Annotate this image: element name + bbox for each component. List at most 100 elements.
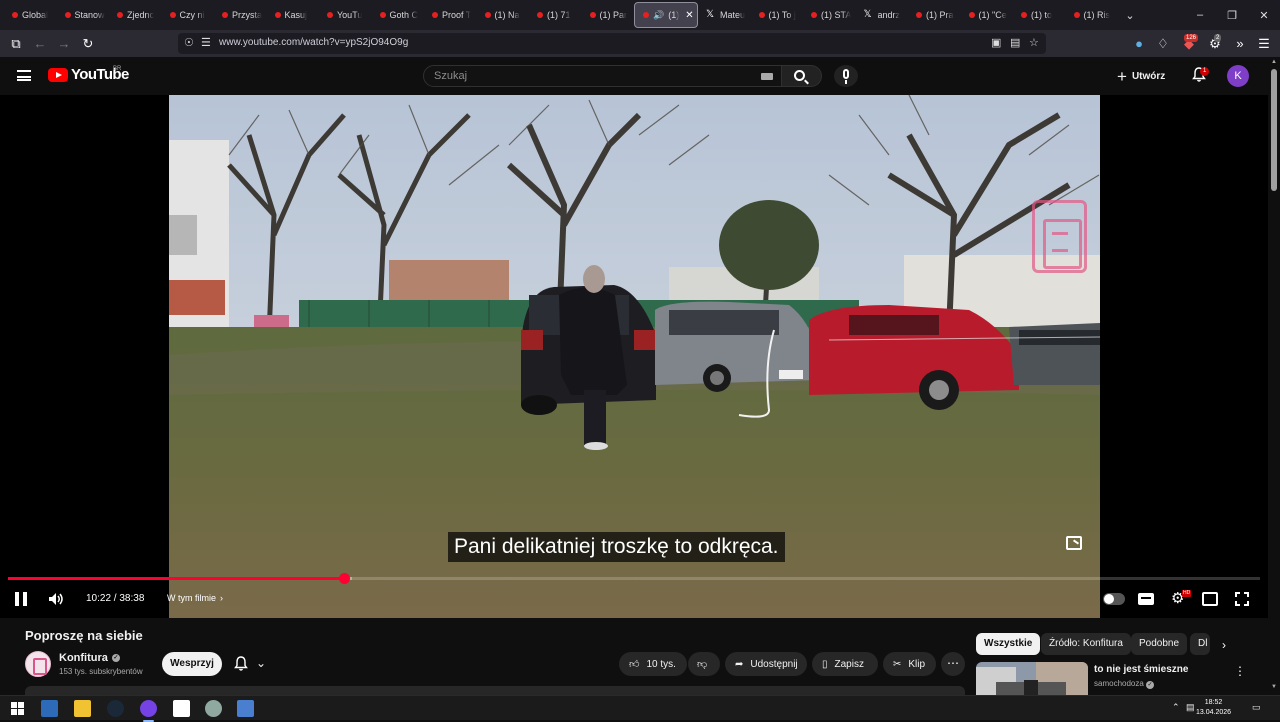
- theater-mode-icon[interactable]: [1202, 592, 1218, 606]
- dislike-button[interactable]: 👎︎: [688, 652, 720, 676]
- page-permissions-icon[interactable]: ☰: [201, 36, 211, 49]
- close-tab-icon[interactable]: ✕: [685, 10, 693, 21]
- windows-start-icon[interactable]: [9, 700, 26, 717]
- channel-avatar[interactable]: [25, 651, 51, 677]
- extensions-puzzle-icon[interactable]: ♢: [1154, 35, 1172, 53]
- browser-tab[interactable]: (1) Ris: [1066, 2, 1119, 28]
- pause-button-icon[interactable]: [15, 592, 27, 606]
- app-menu-icon[interactable]: ☰: [1255, 35, 1273, 53]
- youtube-favicon-icon: [968, 12, 975, 18]
- shield-icon[interactable]: ☉: [184, 36, 194, 49]
- channel-name-link[interactable]: Konfitura ✓: [59, 652, 120, 664]
- browser-tab[interactable]: (1) to: [1013, 2, 1066, 28]
- description-box[interactable]: [25, 686, 965, 695]
- more-actions-button[interactable]: ⋯: [941, 652, 965, 676]
- taskview-icon[interactable]: [41, 700, 58, 717]
- browser-tab[interactable]: Stanow: [57, 2, 110, 28]
- search-box[interactable]: [423, 65, 782, 87]
- voice-search-button[interactable]: [834, 65, 858, 87]
- chip-all[interactable]: Wszystkie: [976, 633, 1041, 655]
- reader-view-icon[interactable]: ▤: [1010, 36, 1020, 49]
- browser-tab[interactable]: Goth C: [372, 2, 425, 28]
- browser-tab[interactable]: (1) Na: [477, 2, 530, 28]
- back-arrow-icon[interactable]: ←: [31, 35, 49, 53]
- create-button[interactable]: + Utwórz: [1117, 66, 1165, 86]
- recommendation-thumbnail[interactable]: [976, 662, 1088, 695]
- scroll-down-arrow-icon[interactable]: ▼: [1271, 684, 1277, 690]
- steam-icon[interactable]: [107, 700, 124, 717]
- browser-tab[interactable]: (1) 71: [529, 2, 582, 28]
- browser-tab[interactable]: Global: [4, 2, 57, 28]
- volume-icon[interactable]: [48, 592, 64, 606]
- overflow-chevrons-icon[interactable]: »: [1231, 35, 1249, 53]
- browser-tab[interactable]: (1) Par: [582, 2, 635, 28]
- chevron-right-icon[interactable]: ›: [1222, 638, 1226, 652]
- progress-bar[interactable]: [8, 573, 1260, 584]
- notion-icon[interactable]: [173, 700, 190, 717]
- channel-watermark-icon[interactable]: [1032, 200, 1087, 273]
- hamburger-menu-icon[interactable]: [17, 70, 31, 81]
- sidebar-toggle-icon[interactable]: ⧉: [7, 35, 25, 53]
- picture-in-picture-icon[interactable]: ▣: [991, 36, 1001, 49]
- address-bar[interactable]: ☉ ☰ www.youtube.com/watch?v=ypS2jO94O9g …: [178, 33, 1046, 54]
- clip-button[interactable]: ✂ Klip: [883, 652, 936, 676]
- page-scrollbar[interactable]: ▲ ▼: [1268, 57, 1280, 695]
- browser-tab[interactable]: Proof T: [424, 2, 477, 28]
- bookmark-star-icon[interactable]: ☆: [1029, 36, 1039, 49]
- fullscreen-icon[interactable]: [1235, 592, 1249, 606]
- file-explorer-icon[interactable]: [74, 700, 91, 717]
- scroll-up-arrow-icon[interactable]: ▲: [1271, 59, 1277, 65]
- browser-tab[interactable]: YouTu: [319, 2, 372, 28]
- browser-tab[interactable]: 𝕏 Mateu: [698, 2, 751, 28]
- speaker-icon[interactable]: 🔊: [653, 10, 664, 21]
- browser-tab[interactable]: Czy ni: [162, 2, 215, 28]
- notification-preferences-button[interactable]: ⌄: [230, 652, 278, 676]
- url-text[interactable]: www.youtube.com/watch?v=ypS2jO94O9g: [219, 37, 408, 48]
- search-button[interactable]: [782, 65, 822, 87]
- firefox-icon[interactable]: [140, 700, 157, 722]
- autoplay-toggle[interactable]: [1103, 593, 1125, 605]
- calculator-icon[interactable]: [237, 700, 254, 717]
- scroll-thumb[interactable]: [1271, 69, 1277, 191]
- browser-tab[interactable]: (1) Pra: [908, 2, 961, 28]
- browser-tab-active[interactable]: 🔊 (1) ✕: [634, 2, 698, 28]
- like-button[interactable]: 👍︎ 10 tys.: [619, 652, 687, 676]
- country-code: BR: [113, 66, 122, 72]
- forward-arrow-icon[interactable]: →: [55, 35, 73, 53]
- keyboard-icon[interactable]: [761, 73, 773, 80]
- kebab-menu-icon[interactable]: ⋮: [1234, 664, 1246, 678]
- search-input[interactable]: [434, 70, 734, 82]
- notifications-center-icon[interactable]: ▭: [1252, 702, 1261, 713]
- tray-chevron-up-icon[interactable]: ⌃: [1172, 702, 1180, 713]
- chip-partial[interactable]: Dl: [1190, 633, 1210, 655]
- recommendation-title[interactable]: to nie jest śmieszne: [1094, 664, 1188, 675]
- network-icon[interactable]: ▤: [1186, 702, 1195, 713]
- share-button[interactable]: ➦ Udostępnij: [725, 652, 807, 676]
- chip-related[interactable]: Podobne: [1131, 633, 1188, 655]
- browser-tab[interactable]: (1) To j: [751, 2, 804, 28]
- close-window-icon[interactable]: ✕: [1248, 9, 1280, 22]
- minimize-icon[interactable]: –: [1184, 9, 1216, 21]
- miniplayer-icon[interactable]: [1066, 536, 1082, 550]
- join-button[interactable]: Wesprzyj: [162, 652, 222, 676]
- save-button[interactable]: ▯ Zapisz: [812, 652, 878, 676]
- youtube-favicon-icon: [327, 12, 333, 18]
- chapters-button[interactable]: W tym filmie ›: [167, 593, 223, 603]
- browser-tab[interactable]: Kasuj: [267, 2, 320, 28]
- system-clock[interactable]: 18:52 13.04.2026: [1196, 698, 1231, 718]
- browser-tab[interactable]: Zjednc: [109, 2, 162, 28]
- restore-icon[interactable]: ❐: [1216, 9, 1248, 22]
- search-icon: [794, 70, 805, 81]
- browser-tab[interactable]: (1) STA: [803, 2, 856, 28]
- progress-scrubber-handle[interactable]: [338, 573, 350, 584]
- app-icon[interactable]: [205, 700, 222, 717]
- vpn-extension-icon[interactable]: ●: [1130, 35, 1148, 53]
- chip-from-channel[interactable]: Źródło: Konfitura: [1041, 633, 1131, 655]
- reload-icon[interactable]: ↻: [79, 35, 97, 53]
- account-avatar[interactable]: K: [1227, 65, 1249, 87]
- browser-tab[interactable]: 𝕏andrz: [856, 2, 909, 28]
- list-all-tabs-chevron-icon[interactable]: ⌄: [1118, 9, 1142, 22]
- browser-tab[interactable]: Przysta: [214, 2, 267, 28]
- browser-tab[interactable]: (1) "Ce: [961, 2, 1014, 28]
- subtitles-cc-icon[interactable]: [1138, 593, 1154, 605]
